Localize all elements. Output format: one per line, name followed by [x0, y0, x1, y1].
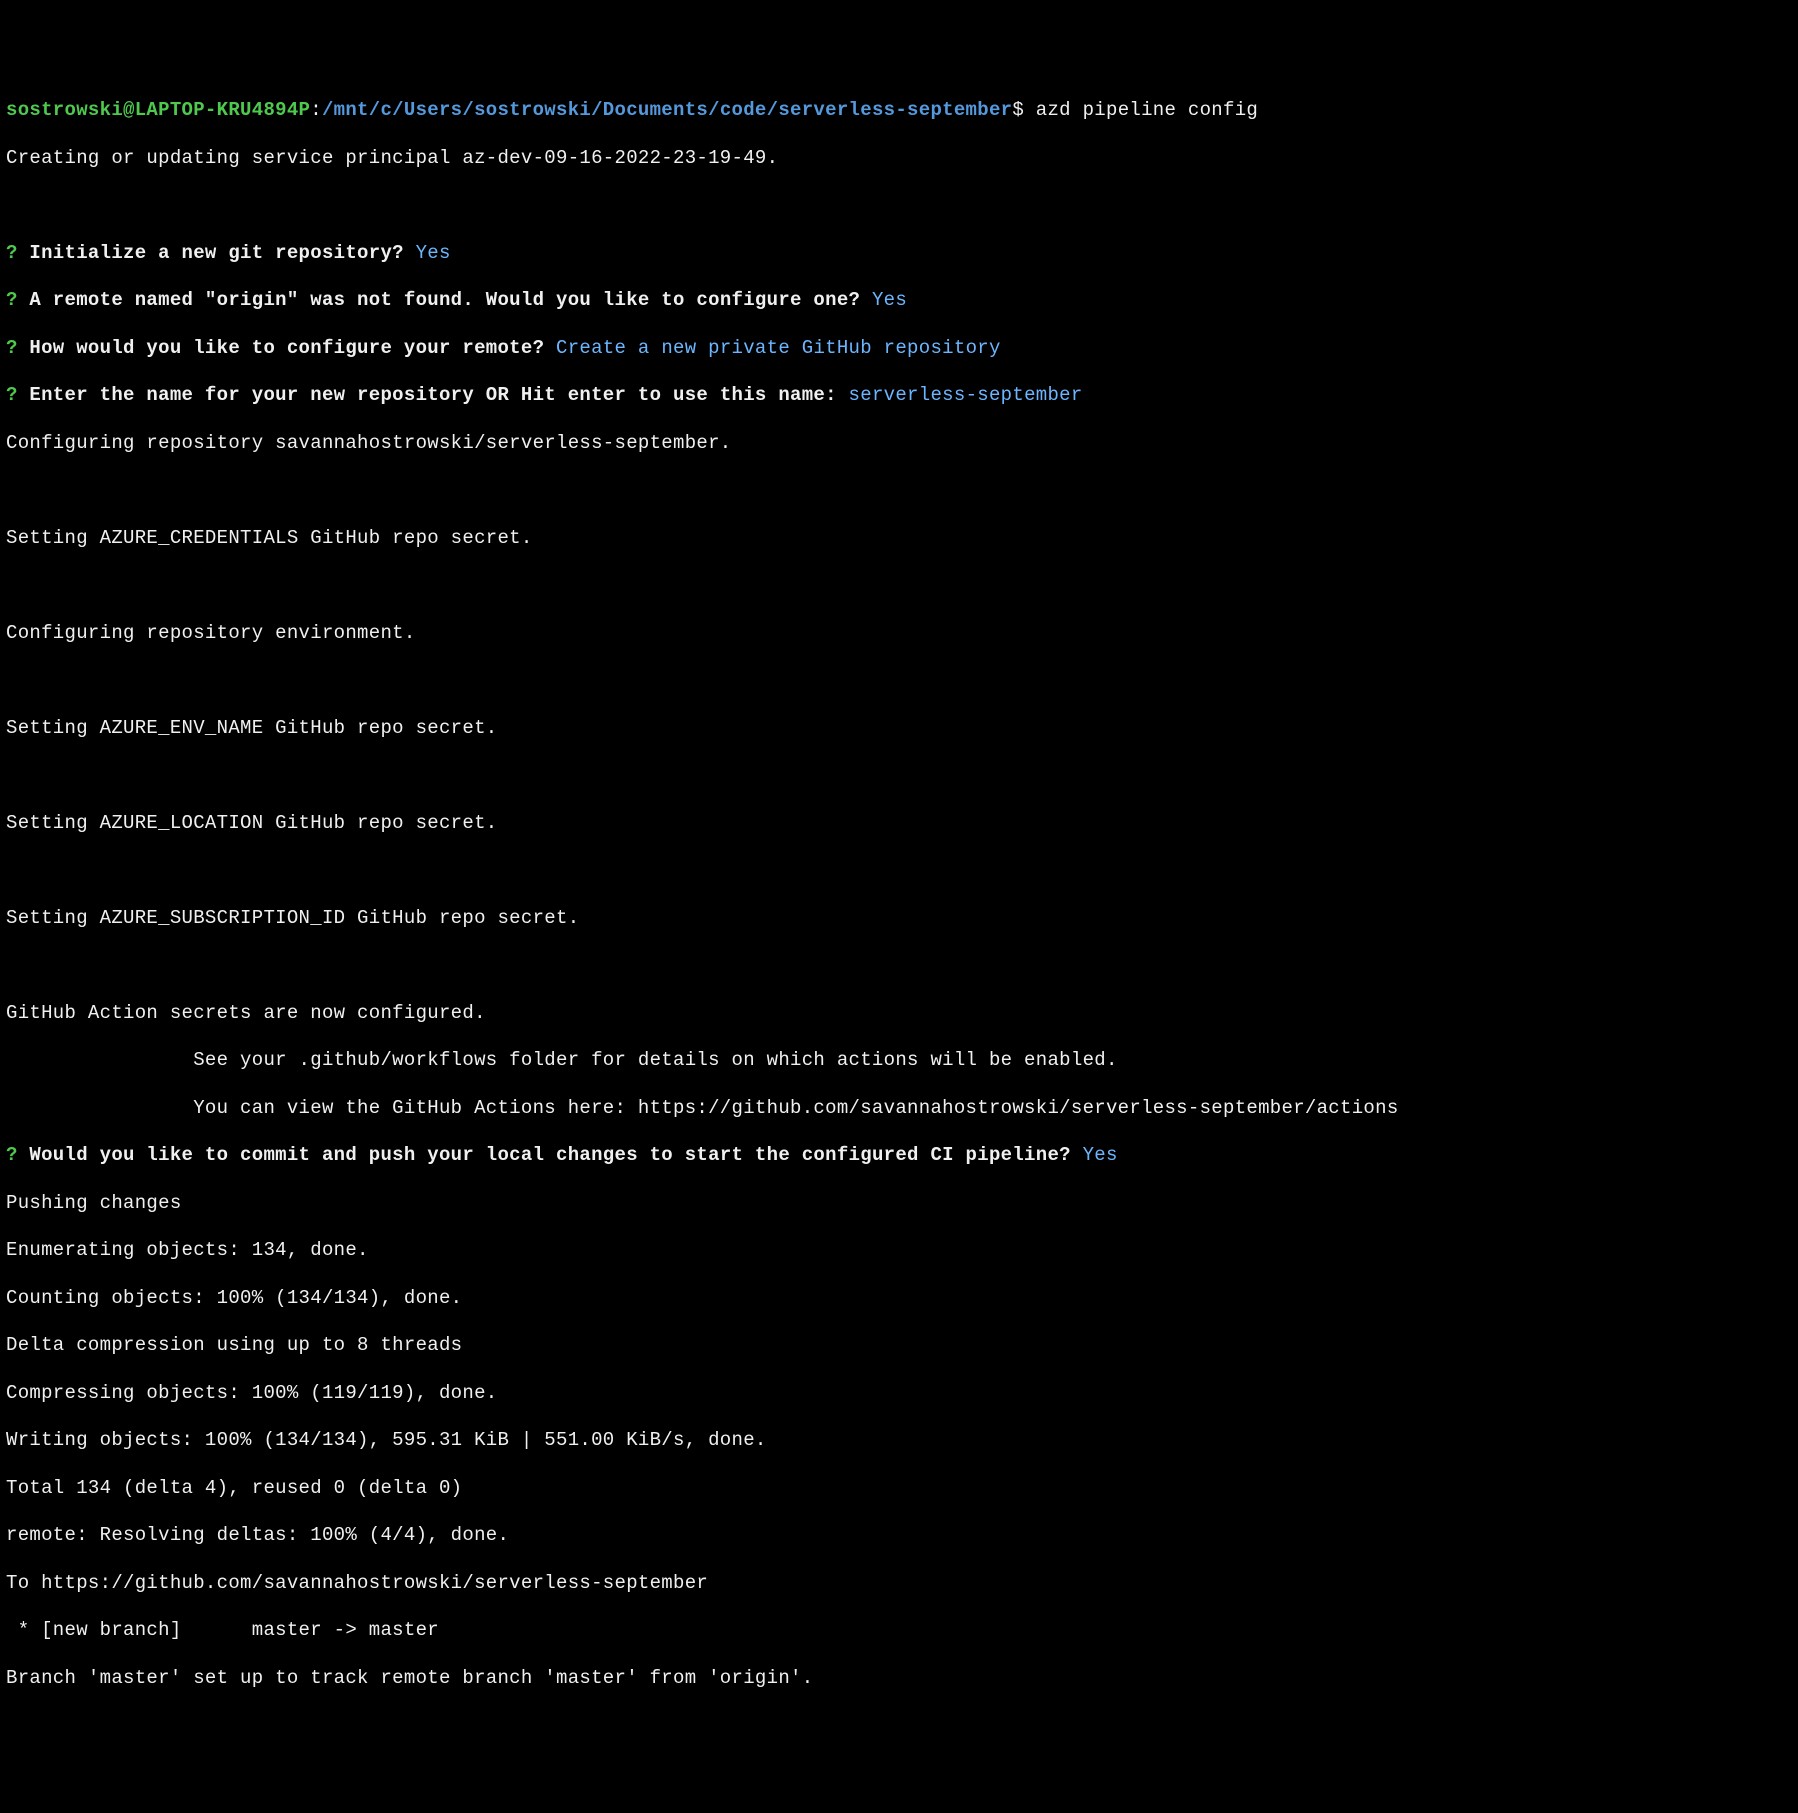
answer-text: Yes: [416, 242, 451, 264]
output-line: Configuring repository environment.: [6, 622, 1792, 646]
output-line: To https://github.com/savannahostrowski/…: [6, 1572, 1792, 1596]
blank-line: [6, 669, 1792, 693]
blank-line: [6, 859, 1792, 883]
question-mark-icon: ?: [6, 337, 18, 359]
question-line[interactable]: ? How would you like to configure your r…: [6, 337, 1792, 361]
blank-line: [6, 194, 1792, 218]
blank-line: [6, 764, 1792, 788]
output-line: Creating or updating service principal a…: [6, 147, 1792, 171]
question-mark-icon: ?: [6, 1144, 18, 1166]
output-line: Enumerating objects: 134, done.: [6, 1239, 1792, 1263]
question-text: Enter the name for your new repository O…: [18, 384, 849, 406]
cwd-path: /mnt/c/Users/sostrowski/Documents/code/s…: [322, 99, 1012, 121]
output-line: Total 134 (delta 4), reused 0 (delta 0): [6, 1477, 1792, 1501]
output-line: remote: Resolving deltas: 100% (4/4), do…: [6, 1524, 1792, 1548]
question-mark-icon: ?: [6, 242, 18, 264]
question-line[interactable]: ? A remote named "origin" was not found.…: [6, 289, 1792, 313]
blank-line: [6, 954, 1792, 978]
command-text: azd pipeline config: [1036, 99, 1258, 121]
question-mark-icon: ?: [6, 384, 18, 406]
output-line: See your .github/workflows folder for de…: [6, 1049, 1792, 1073]
prompt-colon: :: [310, 99, 322, 121]
question-line[interactable]: ? Enter the name for your new repository…: [6, 384, 1792, 408]
output-line: Counting objects: 100% (134/134), done.: [6, 1287, 1792, 1311]
prompt-line[interactable]: sostrowski@LAPTOP-KRU4894P:/mnt/c/Users/…: [6, 99, 1792, 123]
output-line: Setting AZURE_ENV_NAME GitHub repo secre…: [6, 717, 1792, 741]
user-host: sostrowski@LAPTOP-KRU4894P: [6, 99, 310, 121]
answer-text: serverless-september: [849, 384, 1083, 406]
output-line: * [new branch] master -> master: [6, 1619, 1792, 1643]
output-line: Setting AZURE_SUBSCRIPTION_ID GitHub rep…: [6, 907, 1792, 931]
question-line[interactable]: ? Initialize a new git repository? Yes: [6, 242, 1792, 266]
output-line: Branch 'master' set up to track remote b…: [6, 1667, 1792, 1691]
blank-line: [6, 574, 1792, 598]
answer-text: Yes: [1083, 1144, 1118, 1166]
output-line: Pushing changes: [6, 1192, 1792, 1216]
output-line: Compressing objects: 100% (119/119), don…: [6, 1382, 1792, 1406]
question-text: A remote named "origin" was not found. W…: [18, 289, 872, 311]
output-line: Writing objects: 100% (134/134), 595.31 …: [6, 1429, 1792, 1453]
question-text: Would you like to commit and push your l…: [18, 1144, 1083, 1166]
question-line[interactable]: ? Would you like to commit and push your…: [6, 1144, 1792, 1168]
question-text: How would you like to configure your rem…: [18, 337, 556, 359]
question-mark-icon: ?: [6, 289, 18, 311]
prompt-dollar: $: [1012, 99, 1035, 121]
output-line: Delta compression using up to 8 threads: [6, 1334, 1792, 1358]
question-text: Initialize a new git repository?: [18, 242, 416, 264]
output-line: You can view the GitHub Actions here: ht…: [6, 1097, 1792, 1121]
output-line: GitHub Action secrets are now configured…: [6, 1002, 1792, 1026]
answer-text: Yes: [872, 289, 907, 311]
answer-text: Create a new private GitHub repository: [556, 337, 1001, 359]
output-line: Setting AZURE_CREDENTIALS GitHub repo se…: [6, 527, 1792, 551]
blank-line: [6, 479, 1792, 503]
output-line: Configuring repository savannahostrowski…: [6, 432, 1792, 456]
output-line: Setting AZURE_LOCATION GitHub repo secre…: [6, 812, 1792, 836]
